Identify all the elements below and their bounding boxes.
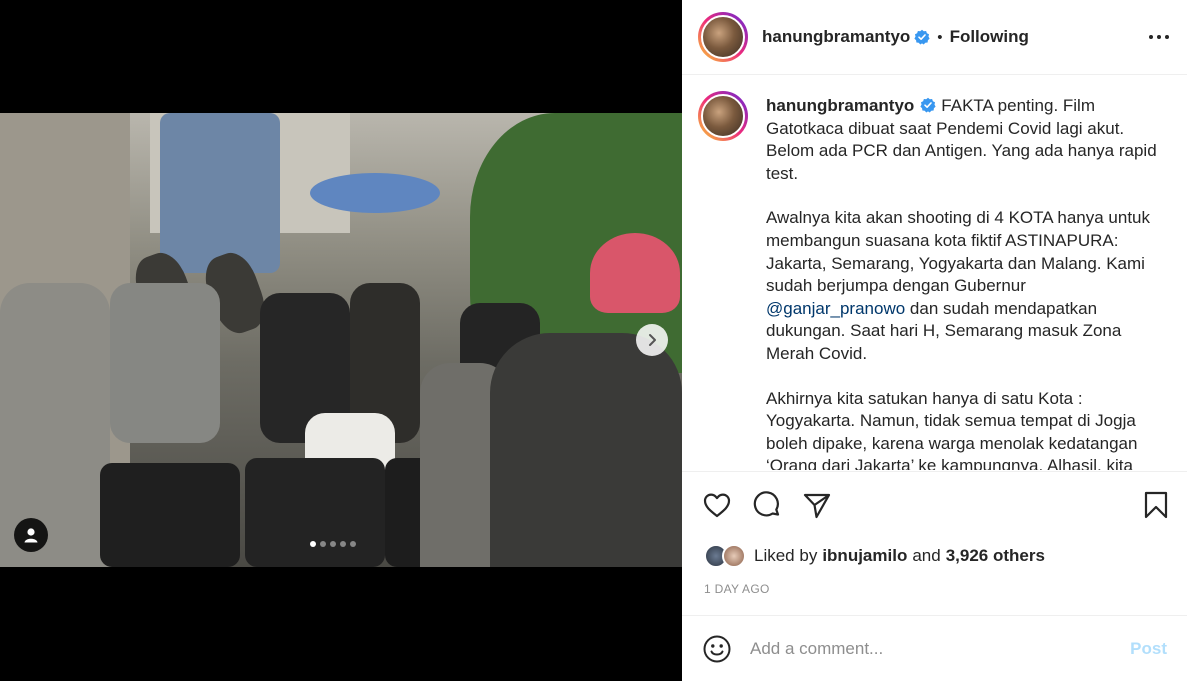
emoji-icon[interactable] (702, 634, 732, 664)
liked-by-others[interactable]: 3,926 others (946, 546, 1045, 566)
carousel-dot (330, 541, 336, 547)
chevron-right-icon (649, 334, 656, 346)
caption-author-avatar[interactable] (698, 91, 748, 141)
comment-bar: Post (682, 615, 1187, 681)
post-comment-button[interactable]: Post (1130, 639, 1167, 659)
user-tags-button[interactable] (14, 518, 48, 552)
paper-plane-icon (803, 493, 831, 519)
author-avatar[interactable] (698, 12, 748, 62)
caption-paragraph: Akhirnya kita satukan hanya di satu Kota… (766, 388, 1161, 470)
more-options-icon (1149, 35, 1169, 39)
post-panel: hanungbramantyo • Following hanungbraman… (682, 0, 1187, 681)
carousel-dot (310, 541, 316, 547)
author-username[interactable]: hanungbramantyo (762, 27, 910, 47)
bookmark-icon (1144, 491, 1168, 519)
mention-link[interactable]: @ganjar_pranowo (766, 299, 905, 318)
header-separator: • (937, 28, 943, 46)
next-slide-button[interactable] (636, 324, 668, 356)
share-button[interactable] (802, 490, 832, 520)
liker-avatar[interactable] (722, 544, 746, 568)
caption-area: hanungbramantyo FAKTA penting. Film Gato… (682, 75, 1187, 470)
save-button[interactable] (1141, 490, 1171, 520)
carousel-dot (320, 541, 326, 547)
caption-username[interactable]: hanungbramantyo (766, 96, 914, 115)
post-header: hanungbramantyo • Following (682, 0, 1187, 75)
liked-by-user[interactable]: ibnujamilo (822, 546, 907, 566)
comment-input[interactable] (750, 638, 1131, 659)
like-button[interactable] (702, 490, 732, 520)
carousel-indicator (310, 541, 356, 547)
liked-by-prefix: Liked by (754, 546, 818, 565)
user-tag-icon (24, 528, 38, 543)
post-timestamp[interactable]: 1 DAY AGO (704, 582, 770, 596)
caption-text: Akhirnya kita satukan hanya di satu Kota… (766, 388, 1138, 470)
post-photo[interactable] (0, 113, 682, 567)
verified-badge-icon (914, 29, 930, 45)
heart-icon (703, 493, 731, 518)
action-bar (682, 471, 1187, 541)
liked-by-and: and (912, 546, 941, 565)
carousel-dot (340, 541, 346, 547)
caption-paragraph: hanungbramantyo FAKTA penting. Film Gato… (766, 95, 1161, 185)
more-options-button[interactable] (1147, 25, 1171, 49)
carousel-dot (350, 541, 356, 547)
following-button[interactable]: Following (950, 27, 1029, 47)
verified-badge-icon (920, 97, 936, 113)
post-caption: hanungbramantyo FAKTA penting. Film Gato… (766, 95, 1161, 470)
post-media (0, 0, 682, 681)
comment-icon (753, 491, 780, 517)
likes-summary: Liked by ibnujamilo and 3,926 others (704, 541, 1045, 571)
comment-button[interactable] (752, 490, 782, 520)
caption-text: Awalnya kita akan shooting di 4 KOTA han… (766, 208, 1151, 296)
caption-paragraph: Awalnya kita akan shooting di 4 KOTA han… (766, 207, 1161, 365)
